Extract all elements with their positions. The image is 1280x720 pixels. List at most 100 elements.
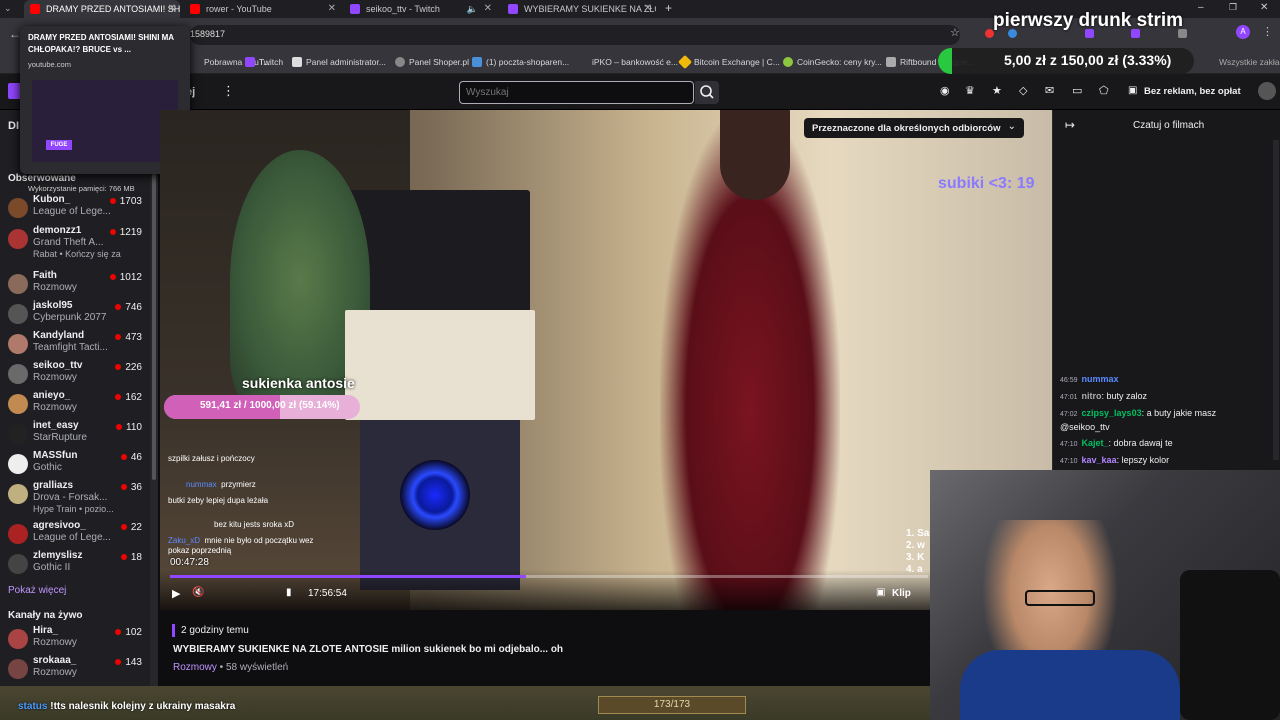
channel-game: StarRupture [33,432,87,443]
live-channel[interactable]: srokaaa_ Rozmowy 143 [0,655,150,685]
bookmark[interactable]: Bitcoin Exchange | C... [677,50,780,74]
close-icon[interactable]: ✕ [328,0,336,18]
seek-bar[interactable] [170,575,928,578]
vod-category[interactable]: Rozmowy [173,662,217,673]
vod-age: 2 godziny temu [181,625,249,636]
play-button[interactable]: ▶ [172,587,180,600]
video-player[interactable]: Przeznaczone dla określonych odbiorców ⌄… [160,110,1052,610]
ad-free-icon: ▣ [1128,85,1138,96]
channel-name: inet_easy [33,420,79,431]
show-more-link[interactable]: Pokaż więcej [8,585,66,596]
activity-icon[interactable]: ◉ [940,84,950,97]
sidebar-channel[interactable]: anieyo_ Rozmowy 162 [0,390,150,420]
youtube-icon [30,4,40,14]
search-button[interactable] [695,81,719,104]
close-icon[interactable]: ✕ [484,0,492,18]
channel-avatar [8,334,28,354]
bottom-overlay: status !tts nalesnik kolejny z ukrainy m… [0,686,930,720]
bookmark[interactable]: Panel administrator... [292,50,386,74]
browser-tab[interactable]: WYBIERAMY SUKIENKE NA ZŁO ✕ [502,0,656,18]
coingecko-icon [783,57,793,67]
bookmark[interactable]: iPKO – bankowość e... [578,50,678,74]
sidebar-channel[interactable]: demonzz1 Grand Theft A... 1219 Rabat • Końc… [0,225,150,259]
new-tab-button[interactable]: + [665,1,672,15]
clip-button[interactable]: ▣ Klip [876,586,920,604]
audience-badge[interactable]: Przeznaczone dla określonych odbiorców ⌄ [804,118,1024,138]
browser-tab[interactable]: seikoo_ttv - Twitch 🔈 ✕ [344,0,496,18]
admin-icon [292,57,302,67]
channel-avatar [8,274,28,294]
crown-icon[interactable]: ♛ [965,84,975,97]
minimize-button[interactable]: – [1198,2,1204,13]
sidebar-channel[interactable]: MASSfun Gothic 46 [0,450,150,480]
whispers-icon[interactable]: ▭ [1072,84,1082,97]
collapse-chat-icon[interactable]: ↦ [1065,118,1075,132]
close-window-button[interactable]: ✕ [1260,2,1268,13]
speaker-icon[interactable]: 🔈 [467,0,478,18]
chat-header: Czatuj o filmach [1133,120,1205,131]
maximize-button[interactable]: ❐ [1229,2,1237,13]
sidebar-channel[interactable]: inet_easy StarRupture 110 [0,420,150,450]
all-bookmarks[interactable]: Wszystkie zakładki [1205,50,1280,74]
followed-header: Obserwowane [8,173,76,184]
chat-text: : buty zaloz [1101,391,1148,401]
mail-icon[interactable]: ✉ [1045,84,1054,97]
globe-icon [395,57,405,67]
address-input[interactable]: 1589817 [190,25,960,45]
profile-avatar[interactable]: A [1236,25,1250,39]
browser-tab[interactable]: DRAMY PRZED ANTOSIAMI! SH ✕ [24,0,180,18]
ad-free-button[interactable]: ▣ Bez reklam, bez opłat [1122,81,1250,103]
close-icon[interactable]: ✕ [644,0,652,18]
sidebar-channel[interactable]: agresivoo_ League of Lege... 22 [0,520,150,550]
hp-bar: 173/173 [598,696,746,714]
volume-icon[interactable]: ▮ [286,587,292,598]
channel-name: Faith [33,270,57,281]
chat-message: 47:10 kav_kaa: lepszy kolor [1060,455,1169,465]
search-input[interactable] [459,81,694,104]
sidebar-scrollbar[interactable] [150,110,158,690]
riftbound-icon [886,57,896,67]
bookmark[interactable]: CoinGecko: ceny kry... [783,50,882,74]
channel-name: anieyo_ [33,390,71,401]
sidebar-channel[interactable]: seikoo_ttv Rozmowy 226 [0,360,150,390]
channel-avatar [8,394,28,414]
more-dots-icon[interactable]: ⋮ [222,83,235,99]
bookmark[interactable]: (1) poczta-shoparen... [472,50,569,74]
player-controls: ▶ 🔇 ▮ 17:56:54 ▣ Klip [160,570,1052,610]
tab-title: DRAMY PRZED ANTOSIAMI! SH [46,4,180,14]
sidebar-channel[interactable]: Faith Rozmowy 1012 [0,270,150,300]
prime-icon[interactable]: ⬠ [1099,84,1109,97]
goal-bar: 591,41 zł / 1000,00 zł (59.14%) [164,395,360,419]
games-icon[interactable]: ★ [992,84,1002,97]
sidebar-channel[interactable]: gralliazs Drova - Forsak... 36 Hype Train •… [0,480,150,514]
channel-game: Gothic II [33,562,71,573]
mute-button[interactable]: 🔇 [192,587,204,598]
subs-counter: subiki <3: 19 [938,175,1035,192]
sidebar-channel[interactable]: Kubon_ League of Lege... 1703 [0,194,150,224]
bookmark[interactable]: Twitch [245,50,283,74]
user-avatar[interactable] [1258,82,1276,100]
notifications-icon[interactable]: ◇ [1019,84,1027,97]
channel-game: Rozmowy [33,372,77,383]
browser-tab[interactable]: rower - YouTube ✕ [184,0,340,18]
star-icon[interactable]: ☆ [950,26,960,39]
chat-message: @seikoo_ttv [1060,422,1110,432]
chat-text: @seikoo_ttv [1060,422,1110,432]
sidebar-channel[interactable]: Kandyland Teamfight Tacti... 473 [0,330,150,360]
sidebar-channel[interactable]: zlemyslisz Gothic II 18 [0,550,150,580]
menu-dots-icon[interactable]: ⋮ [1262,25,1273,38]
tab-search-icon[interactable]: ⌄ [4,3,12,14]
chat-scrollbar[interactable] [1273,140,1279,460]
scrollbar-thumb[interactable] [152,150,156,480]
sidebar-channel[interactable]: jaskol95 Cyberpunk 2077 746 [0,300,150,330]
chat-timestamp: 47:01 [1060,394,1078,401]
viewer-count: 1703 [110,196,142,207]
info-accent [172,624,175,637]
donation-bar: 5,00 zł z 150,00 zł (3.33%) [938,48,1194,74]
overlay-chat-line: szpilki załusz i pończocy [168,454,255,463]
close-icon[interactable]: ✕ [168,0,176,18]
bookmark[interactable]: Panel Shoper.pl [395,50,469,74]
channel-avatar [8,229,28,249]
live-channel[interactable]: Hira_ Rozmowy 102 [0,625,150,655]
viewer-count: 46 [121,452,142,463]
